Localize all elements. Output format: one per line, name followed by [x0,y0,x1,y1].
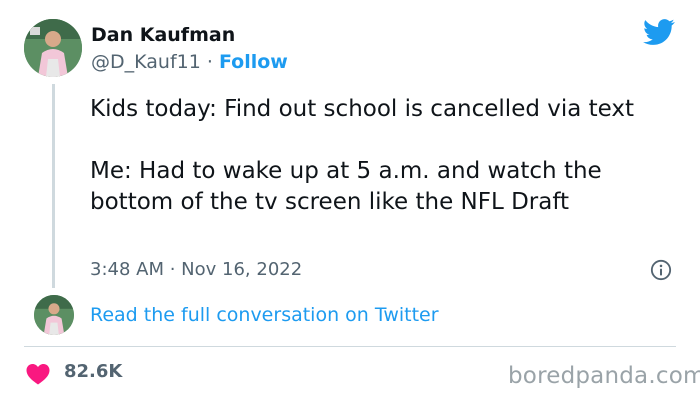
tweet-paragraph: Me: Had to wake up at 5 a.m. and watch t… [90,158,602,215]
tweet-date[interactable]: Nov 16, 2022 [181,259,302,280]
handle-separator: · [200,51,219,73]
author-handle-row: @D_Kauf11 · Follow [91,51,288,73]
read-full-conversation-link[interactable]: Read the full conversation on Twitter [90,304,439,326]
divider [24,346,676,347]
author-avatar[interactable] [24,19,82,77]
tweet-timestamp[interactable]: 3:48 AM · Nov 16, 2022 [90,259,302,280]
twitter-bird-icon[interactable] [641,16,677,48]
reply-avatar[interactable] [34,295,74,335]
follow-button[interactable]: Follow [219,51,288,73]
tweet-paragraph: Kids today: Find out school is cancelled… [90,96,635,122]
thread-connector-line [52,84,55,288]
heart-icon[interactable] [26,363,50,385]
timestamp-separator: · [164,259,182,280]
watermark: boredpanda.com [508,363,700,389]
author-handle[interactable]: @D_Kauf11 [91,51,201,73]
author-name[interactable]: Dan Kaufman [91,24,235,46]
tweet-time[interactable]: 3:48 AM [90,259,164,280]
info-icon[interactable] [650,259,672,281]
like-count[interactable]: 82.6K [64,361,122,382]
tweet-text: Kids today: Find out school is cancelled… [90,94,680,218]
